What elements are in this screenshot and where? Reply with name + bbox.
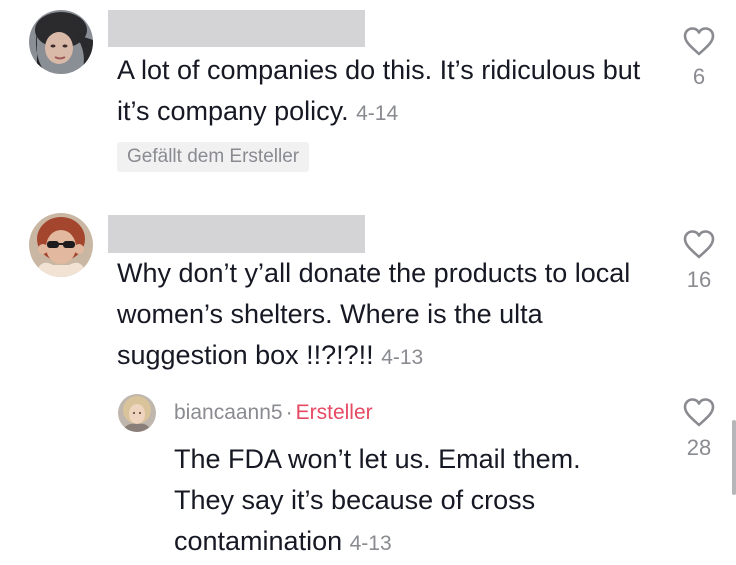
reply-date: 4-13 <box>349 532 392 555</box>
like-count: 6 <box>692 64 706 89</box>
comment-date: 4-14 <box>356 102 399 125</box>
scrollbar[interactable] <box>732 420 736 495</box>
creator-label: Ersteller <box>295 401 373 424</box>
redacted-username <box>108 215 365 253</box>
separator-dot: · <box>285 401 293 424</box>
avatar[interactable] <box>29 213 93 277</box>
like-count: 16 <box>686 267 712 292</box>
creator-liked-badge: Gefällt dem Ersteller <box>117 142 310 172</box>
heart-outline-icon <box>683 230 715 259</box>
like-button[interactable]: 6 <box>669 26 729 90</box>
reply-text: The FDA won’t let us. Email them. They s… <box>174 439 629 564</box>
redacted-username <box>108 10 365 47</box>
comment-text: Why don’t y’all donate the products to l… <box>117 253 647 378</box>
heart-outline-icon <box>683 398 715 427</box>
like-count: 28 <box>686 435 712 460</box>
comment-date: 4-13 <box>381 346 424 369</box>
comment-body: Why don’t y’all donate the products to l… <box>117 258 631 370</box>
heart-outline-icon <box>683 27 715 56</box>
like-button[interactable]: 16 <box>669 229 729 293</box>
reply-avatar[interactable] <box>118 394 156 432</box>
reply-author-line: biancaann5 · Ersteller <box>174 400 373 426</box>
avatar[interactable] <box>29 10 93 74</box>
reply-author-name[interactable]: biancaann5 <box>174 401 283 424</box>
comment-text: A lot of companies do this. It’s ridicul… <box>117 50 657 134</box>
like-button[interactable]: 28 <box>669 397 729 461</box>
